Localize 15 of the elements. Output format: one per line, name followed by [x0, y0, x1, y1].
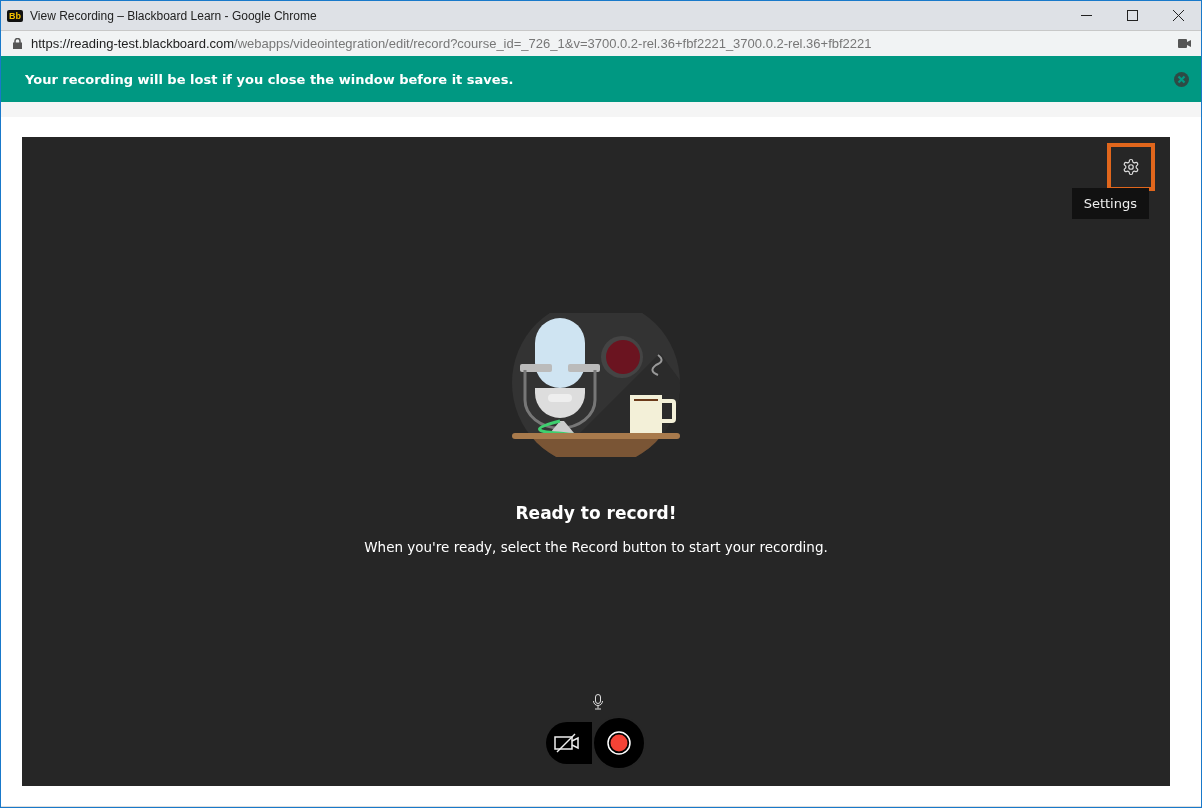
- microphone-icon: [593, 694, 603, 710]
- camera-toggle-button[interactable]: [546, 722, 592, 764]
- close-icon[interactable]: [1172, 10, 1184, 21]
- site-favicon: Bb: [7, 9, 23, 22]
- ready-heading: Ready to record!: [515, 503, 677, 523]
- maximize-icon[interactable]: [1126, 10, 1138, 21]
- instructions-text: When you're ready, select the Record button to start your recording.: [364, 539, 828, 555]
- warning-message: Your recording will be lost if you close the window before it saves.: [25, 71, 514, 87]
- settings-icon: [1122, 158, 1140, 176]
- record-icon: [607, 731, 631, 755]
- settings-tooltip: Settings: [1071, 188, 1149, 219]
- window-title: View Recording – Blackboard Learn - Google Chrome: [30, 8, 318, 23]
- camera-icon[interactable]: [1178, 39, 1191, 48]
- lock-icon: [13, 38, 22, 49]
- minimize-icon[interactable]: [1080, 14, 1092, 17]
